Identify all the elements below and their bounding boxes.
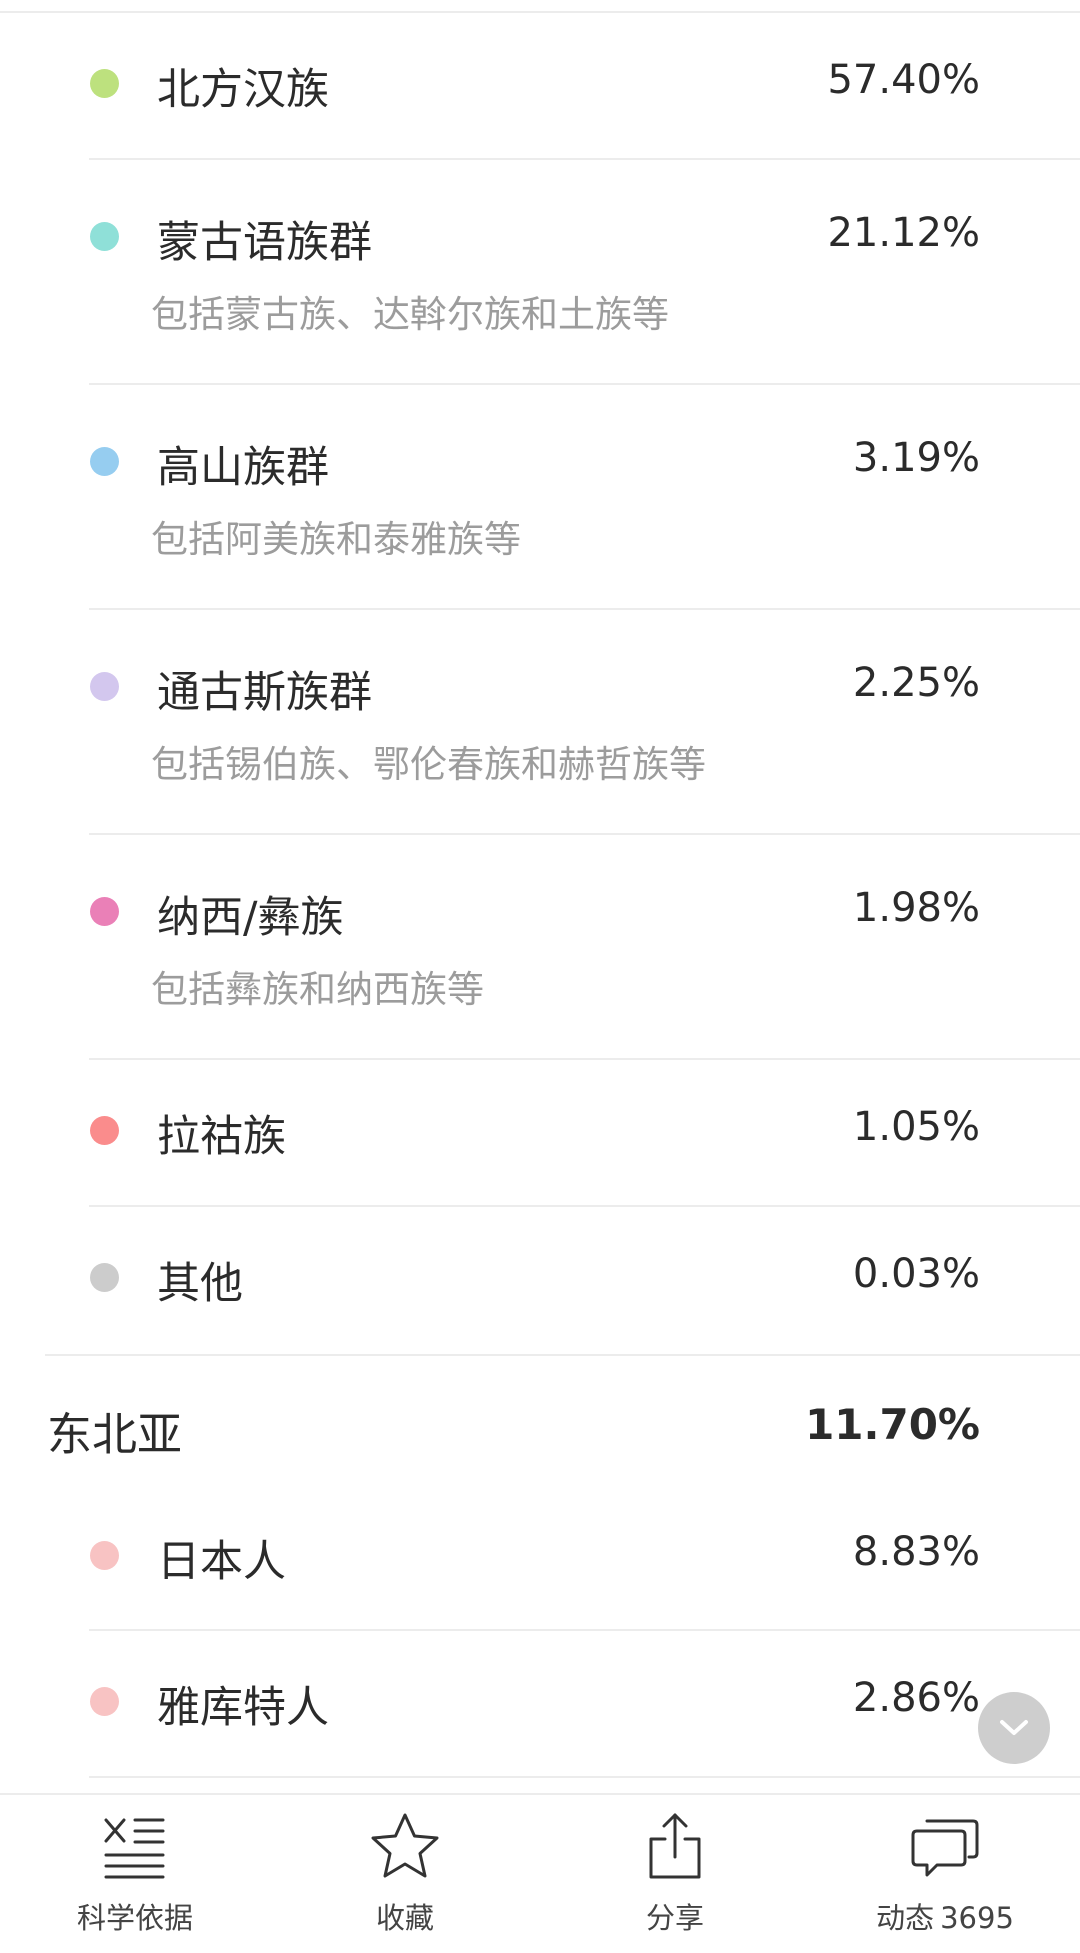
ancestry-breakdown-list[interactable]: 北方汉族 57.40% 蒙古语族群 包括蒙古族、达斡尔族和土族等 21.12% … [0,13,1080,1793]
list-item[interactable]: 高山族群 包括阿美族和泰雅族等 3.19% [89,385,1080,610]
color-dot [90,222,119,251]
group-percent: 8.83% [852,1529,980,1575]
share-label: 分享 [645,1901,704,1935]
group-percent: 1.05% [852,1104,980,1150]
group-description: 包括锡伯族、鄂伦春族和赫哲族等 [151,743,706,786]
favorite-button[interactable]: 收藏 [270,1795,540,1953]
color-dot [90,1116,119,1145]
color-dot [90,1687,119,1716]
scroll-down-button[interactable] [978,1692,1050,1764]
group-percent: 1.98% [852,885,980,931]
group-name: 高山族群 [157,443,329,493]
group-percent: 0.03% [852,1251,980,1297]
list-item[interactable]: 其他 0.03% [89,1207,1080,1354]
group-name: 其他 [157,1259,243,1309]
group-percent: 2.25% [852,660,980,706]
group-name: 拉祜族 [157,1112,286,1162]
list-item[interactable]: 通古斯族群 包括锡伯族、鄂伦春族和赫哲族等 2.25% [89,610,1080,835]
region-group-list: 日本人 8.83% 雅库特人 2.86% [0,1501,1080,1778]
science-basis-icon [104,1818,165,1879]
activity-count: 3695 [940,1901,1014,1935]
activity-button[interactable]: 动态 3695 [810,1795,1080,1953]
bottom-toolbar: 科学依据 收藏 分享 动态 3695 [0,1793,1080,1953]
list-item[interactable]: 纳西/彝族 包括彝族和纳西族等 1.98% [89,835,1080,1060]
color-dot [90,897,119,926]
group-name: 纳西/彝族 [157,893,344,943]
star-icon [371,1813,439,1878]
share-button[interactable]: 分享 [540,1795,810,1953]
group-description: 包括阿美族和泰雅族等 [151,518,521,561]
region-title: 东北亚 [47,1408,183,1461]
group-percent: 3.19% [852,435,980,481]
color-dot [90,69,119,98]
list-item[interactable]: 蒙古语族群 包括蒙古族、达斡尔族和土族等 21.12% [89,160,1080,385]
ethnic-group-list: 北方汉族 57.40% 蒙古语族群 包括蒙古族、达斡尔族和土族等 21.12% … [0,13,1080,1354]
group-name: 北方汉族 [157,65,329,115]
color-dot [90,672,119,701]
chevron-down-icon [1000,1720,1028,1735]
group-description: 包括蒙古族、达斡尔族和土族等 [151,293,669,336]
science-basis-label: 科学依据 [76,1901,193,1935]
list-item[interactable]: 拉祜族 1.05% [89,1060,1080,1207]
color-dot [90,1541,119,1570]
color-dot [90,447,119,476]
share-icon [649,1813,701,1879]
color-dot [90,1263,119,1292]
list-item[interactable]: 日本人 8.83% [89,1501,1080,1631]
group-percent: 57.40% [827,57,980,103]
favorite-label: 收藏 [375,1901,434,1935]
group-percent: 21.12% [827,210,980,256]
list-item[interactable]: 北方汉族 57.40% [89,13,1080,160]
chat-bubbles-icon [911,1819,979,1877]
region-header[interactable]: 东北亚 11.70% [45,1354,1080,1501]
group-name: 蒙古语族群 [157,218,372,268]
activity-label-text: 动态 [876,1901,935,1935]
region-percent: 11.70% [805,1400,980,1449]
group-description: 包括彝族和纳西族等 [151,968,484,1011]
group-percent: 2.86% [852,1675,980,1721]
list-item[interactable]: 雅库特人 2.86% [89,1631,1080,1778]
activity-label: 动态 3695 [810,1895,1080,1937]
group-name: 日本人 [157,1537,286,1587]
science-basis-button[interactable]: 科学依据 [0,1795,270,1953]
group-name: 通古斯族群 [157,668,372,718]
group-name: 雅库特人 [157,1683,329,1733]
